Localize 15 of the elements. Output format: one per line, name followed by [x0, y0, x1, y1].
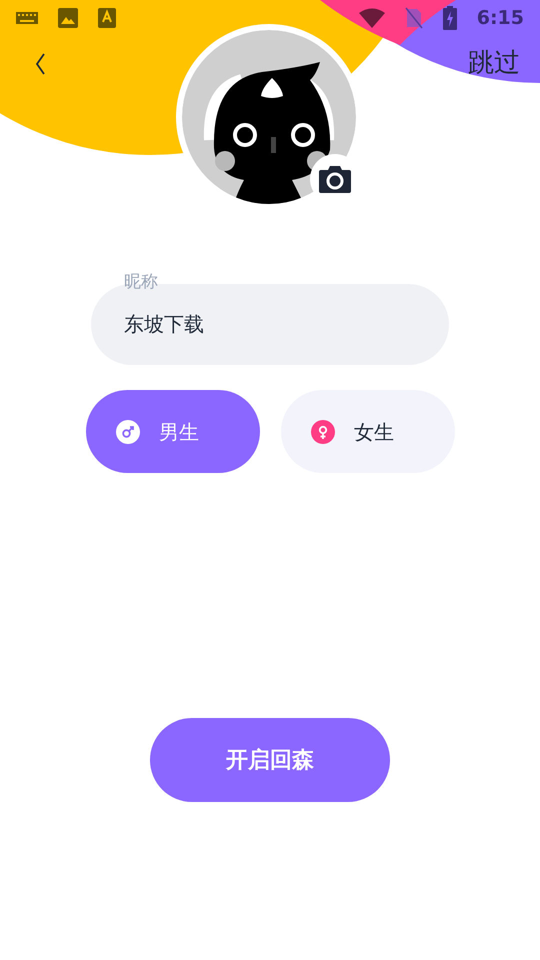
gender-option[interactable]: 男生 [86, 390, 260, 473]
no-sim-icon [404, 7, 423, 29]
skip-button[interactable]: 跳过 [468, 44, 520, 83]
wifi-icon [358, 8, 385, 28]
gender-option[interactable]: 女生 [281, 390, 455, 473]
back-icon [34, 52, 46, 76]
status-time: 6:15 [476, 6, 524, 31]
battery-icon [442, 6, 457, 30]
camera-icon [318, 164, 352, 194]
text-format-icon [98, 8, 116, 28]
keyboard-icon [16, 12, 38, 24]
female-icon [311, 420, 335, 444]
image-icon [58, 8, 78, 28]
start-button[interactable]: 开启回森 [150, 718, 390, 802]
male-icon [116, 420, 140, 444]
